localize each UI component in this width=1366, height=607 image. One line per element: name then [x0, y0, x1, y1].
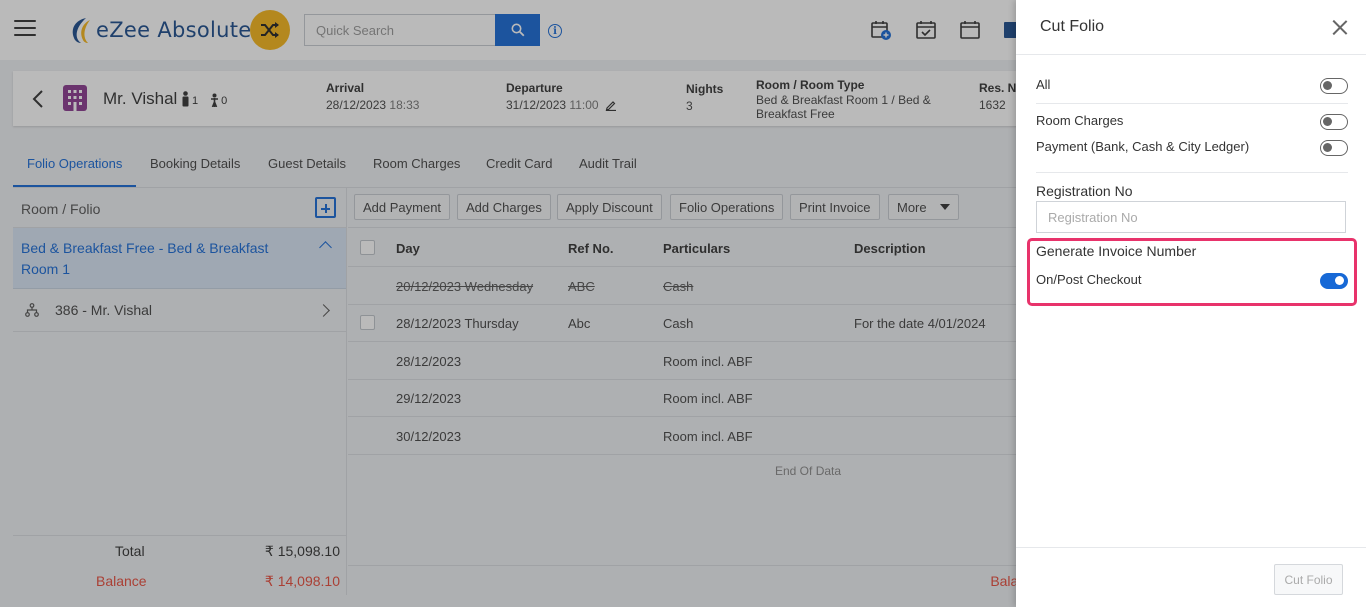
room-charges-label: Room Charges — [1036, 113, 1124, 128]
payment-label: Payment (Bank, Cash & City Ledger) — [1036, 139, 1250, 154]
divider — [1036, 103, 1348, 104]
payment-toggle-row: Payment (Bank, Cash & City Ledger) — [1036, 139, 1348, 159]
divider — [1036, 172, 1348, 173]
checkout-toggle[interactable] — [1320, 273, 1348, 289]
room-charges-toggle[interactable] — [1320, 114, 1348, 130]
checkout-toggle-row: On/Post Checkout — [1036, 272, 1348, 292]
cut-folio-button[interactable]: Cut Folio — [1274, 564, 1343, 595]
room-charges-toggle-row: Room Charges — [1036, 113, 1348, 133]
cut-folio-drawer: Cut Folio All Room Charges Payment (Bank… — [1016, 0, 1366, 607]
drawer-footer: Cut Folio — [1016, 547, 1366, 607]
payment-toggle[interactable] — [1320, 140, 1348, 156]
all-toggle[interactable] — [1320, 78, 1348, 94]
invoice-section-label: Generate Invoice Number — [1036, 243, 1197, 259]
registration-label: Registration No — [1036, 183, 1133, 199]
registration-input[interactable]: Registration No — [1036, 201, 1346, 233]
modal-backdrop[interactable] — [0, 0, 1016, 607]
drawer-title: Cut Folio — [1040, 18, 1105, 35]
all-label: All — [1036, 77, 1051, 92]
close-icon[interactable] — [1332, 20, 1348, 36]
drawer-header: Cut Folio — [1016, 0, 1366, 55]
all-toggle-row: All — [1036, 77, 1348, 97]
checkout-label: On/Post Checkout — [1036, 272, 1142, 287]
